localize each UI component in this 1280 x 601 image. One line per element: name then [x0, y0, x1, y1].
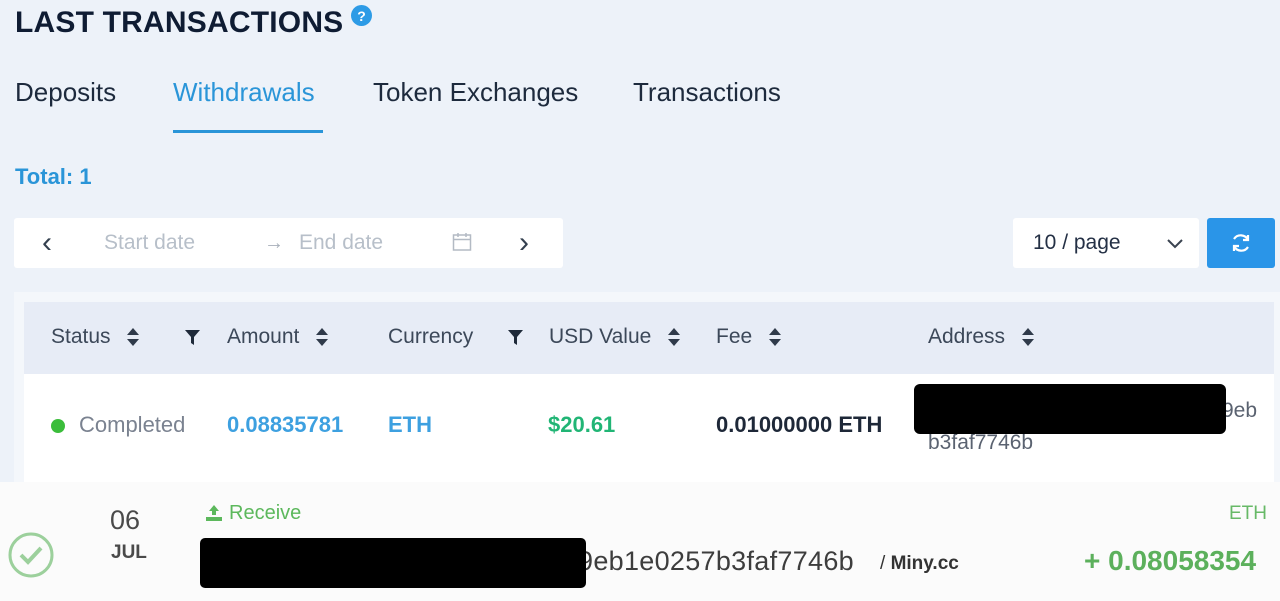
column-status[interactable]: Status: [51, 325, 140, 349]
receive-notification: [0, 482, 1280, 601]
date-month: JUL: [111, 542, 147, 563]
end-date-input[interactable]: End date: [299, 218, 383, 268]
column-currency-label: Currency: [388, 325, 474, 348]
tab-deposits[interactable]: Deposits: [15, 77, 116, 108]
column-fee-label: Fee: [716, 325, 753, 348]
site-label: / Miny.cc: [880, 553, 959, 575]
site-name: Miny.cc: [890, 553, 959, 574]
receive-icon: [206, 505, 222, 521]
prev-chevron-icon[interactable]: ‹: [42, 218, 52, 268]
page-size-select[interactable]: 10 / page: [1013, 218, 1199, 268]
active-tab-indicator: [173, 130, 323, 133]
tab-transactions[interactable]: Transactions: [633, 77, 781, 108]
tab-withdrawals[interactable]: Withdrawals: [173, 77, 315, 108]
currency-value: ETH: [388, 412, 432, 437]
filter-icon[interactable]: [507, 329, 524, 346]
check-circle-icon: [8, 532, 54, 578]
usd-value: $20.61: [548, 412, 616, 437]
column-address[interactable]: Address: [928, 325, 1035, 349]
total-count: Total: 1: [15, 164, 92, 189]
date-range-picker[interactable]: ‹ Start date → End date ›: [14, 218, 563, 268]
page-size-value: 10 / page: [1033, 231, 1121, 254]
filter-icon[interactable]: [184, 329, 201, 346]
notification-currency: ETH: [1229, 503, 1267, 524]
sort-icon[interactable]: [667, 327, 681, 347]
date-day: 06: [110, 505, 141, 535]
column-currency[interactable]: Currency: [388, 325, 473, 349]
chevron-down-icon: [1167, 239, 1183, 249]
redaction-mark: [914, 384, 1226, 434]
sort-icon[interactable]: [1021, 327, 1035, 347]
tab-token-exchanges[interactable]: Token Exchanges: [373, 77, 578, 108]
column-status-label: Status: [51, 325, 111, 348]
next-chevron-icon[interactable]: ›: [519, 218, 529, 268]
address-fragment: b3faf7746b: [928, 431, 1034, 454]
column-fee[interactable]: Fee: [716, 325, 782, 349]
refresh-button[interactable]: [1207, 218, 1275, 268]
refresh-icon: [1232, 234, 1250, 252]
transaction-type: Receive: [229, 502, 302, 524]
sort-icon[interactable]: [768, 327, 782, 347]
site-separator: /: [880, 553, 886, 574]
sort-icon[interactable]: [315, 327, 329, 347]
status-dot-icon: [51, 419, 65, 433]
address-fragment: 9eb1e0257b3faf7746b: [578, 546, 854, 576]
notification-amount: + 0.08058354: [1084, 545, 1257, 576]
column-amount-label: Amount: [227, 325, 300, 348]
page-title: LAST TRANSACTIONS: [15, 6, 344, 39]
start-date-input[interactable]: Start date: [104, 218, 195, 268]
fee-value: 0.01000000 ETH: [716, 412, 883, 437]
column-address-label: Address: [928, 325, 1006, 348]
column-amount[interactable]: Amount: [227, 325, 329, 349]
calendar-icon[interactable]: [452, 232, 472, 252]
amount-value: 0.08835781: [227, 412, 344, 437]
status-text: Completed: [79, 412, 186, 437]
sort-icon[interactable]: [126, 327, 140, 347]
column-usd-value[interactable]: USD Value: [549, 325, 681, 349]
column-usd-value-label: USD Value: [549, 325, 652, 348]
help-icon[interactable]: ?: [351, 5, 372, 26]
address-fragment: 9eb: [1222, 399, 1258, 422]
range-arrow-icon: →: [264, 232, 284, 254]
redaction-mark: [200, 538, 586, 588]
